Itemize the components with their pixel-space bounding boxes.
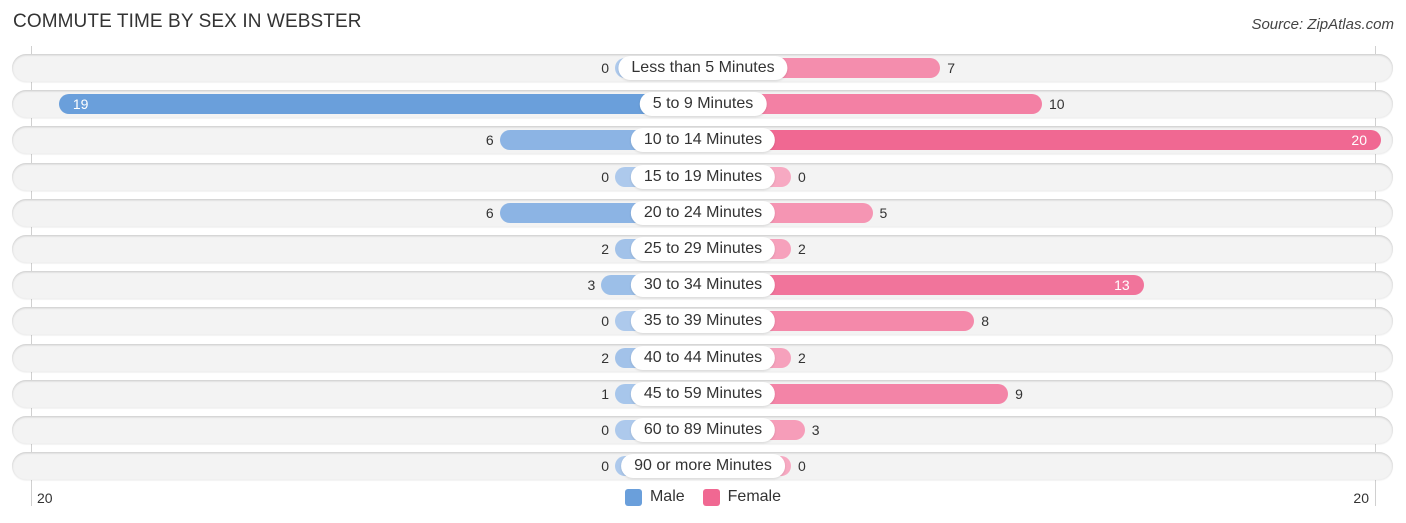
value-label-male: 0: [601, 60, 609, 76]
legend: Male Female: [0, 488, 1406, 506]
value-label-male: 0: [601, 422, 609, 438]
category-label: Less than 5 Minutes: [618, 56, 788, 80]
value-label-female: 0: [798, 458, 806, 474]
value-label-female: 0: [798, 169, 806, 185]
value-label-female: 8: [981, 313, 989, 329]
value-label-male: 19: [72, 96, 89, 112]
value-label-male: 0: [601, 169, 609, 185]
legend-item-male[interactable]: Male: [624, 488, 685, 506]
legend-label-female: Female: [727, 488, 782, 505]
value-label-male: 6: [485, 132, 494, 148]
value-label-male: 6: [485, 205, 494, 221]
value-label-male: 0: [601, 458, 609, 474]
value-label-male: 2: [601, 350, 609, 366]
legend-swatch-female: [702, 488, 720, 506]
category-label: 60 to 89 Minutes: [630, 418, 776, 442]
value-label-female: 2: [798, 350, 806, 366]
bar-female[interactable]: [703, 130, 1381, 150]
value-label-male: 1: [601, 386, 609, 402]
bar-male[interactable]: [58, 94, 703, 114]
value-label-male: 3: [587, 277, 596, 293]
category-label: 25 to 29 Minutes: [630, 237, 776, 261]
legend-label-male: Male: [649, 488, 685, 505]
category-label: 20 to 24 Minutes: [630, 201, 776, 225]
legend-item-female[interactable]: Female: [702, 488, 782, 506]
category-label: 10 to 14 Minutes: [630, 128, 776, 152]
value-label-female: 2: [798, 241, 806, 257]
category-label: 90 or more Minutes: [621, 454, 785, 478]
value-label-male: 2: [601, 241, 609, 257]
value-label-female: 13: [1114, 277, 1130, 293]
chart-title: COMMUTE TIME BY SEX IN WEBSTER: [13, 11, 362, 32]
category-label: 40 to 44 Minutes: [630, 346, 776, 370]
value-label-female: 9: [1015, 386, 1023, 402]
category-label: 35 to 39 Minutes: [630, 309, 776, 333]
value-label-female: 5: [879, 205, 888, 221]
value-label-female: 10: [1049, 96, 1065, 112]
category-label: 30 to 34 Minutes: [630, 273, 776, 297]
value-label-female: 20: [1351, 132, 1367, 148]
category-label: 5 to 9 Minutes: [639, 92, 767, 116]
value-label-female: 7: [947, 60, 956, 76]
value-label-male: 0: [601, 313, 609, 329]
category-label: 15 to 19 Minutes: [630, 165, 776, 189]
source-label: Source: ZipAtlas.com: [1251, 16, 1394, 33]
legend-swatch-male: [624, 488, 642, 506]
value-label-female: 3: [811, 422, 820, 438]
category-label: 45 to 59 Minutes: [630, 382, 776, 406]
